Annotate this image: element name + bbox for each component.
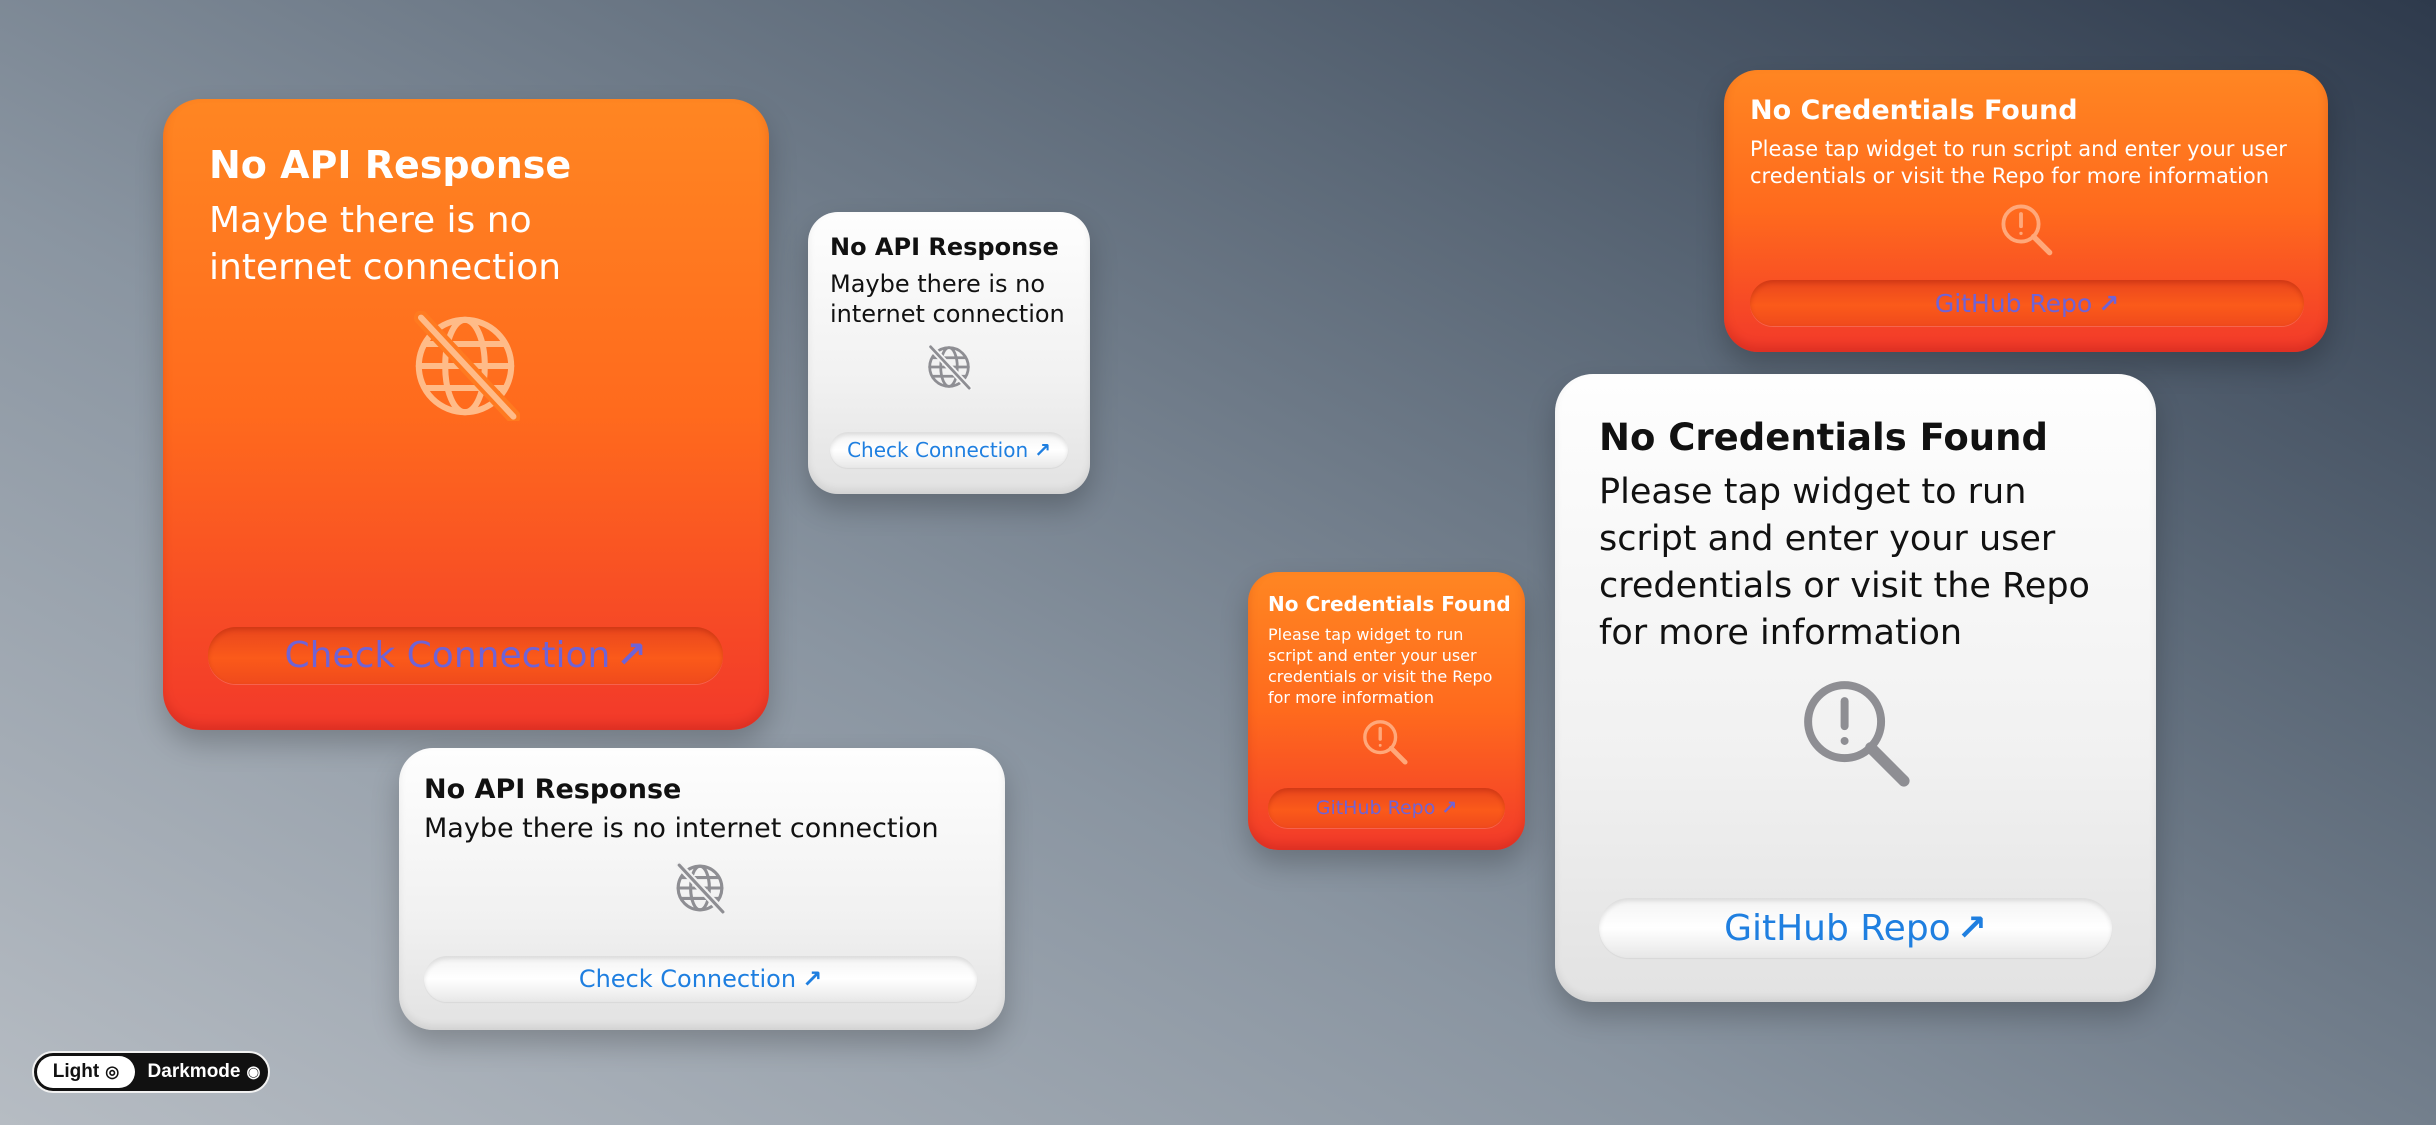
button-label: Check Connection — [578, 965, 797, 993]
no-credentials-widget-small-orange[interactable]: No Credentials Found Please tap widget t… — [1248, 572, 1525, 850]
globe-slash-icon — [675, 862, 726, 914]
button-label: Check Connection — [847, 438, 1029, 462]
no-api-widget-large-orange[interactable]: No API Response Maybe there is no intern… — [163, 99, 769, 730]
button-label: Check Connection — [284, 635, 611, 676]
widget-message: Maybe there is no internet connection — [424, 813, 939, 844]
check-connection-button[interactable]: Check Connection ↗ — [424, 956, 977, 1002]
button-label: GitHub Repo — [1724, 907, 1951, 949]
arrow-up-right-icon: ↗ — [802, 965, 823, 993]
light-mode-label: Light — [52, 1061, 100, 1082]
widget-message: Please tap widget to run script and ente… — [1750, 137, 2287, 188]
widget-message: Please tap widget to run script and ente… — [1268, 625, 1493, 707]
widget-title: No Credentials Found — [1750, 95, 2078, 126]
button-label: GitHub Repo — [1934, 288, 2093, 318]
radio-selected-icon: ◉ — [246, 1064, 261, 1081]
github-repo-button[interactable]: GitHub Repo ↗ — [1268, 788, 1505, 828]
check-connection-button[interactable]: Check Connection ↗ — [830, 432, 1068, 468]
globe-slash-icon — [413, 311, 520, 421]
theme-toggle[interactable]: Light ◎ Darkmode ◉ — [32, 1051, 270, 1093]
widget-title: No API Response — [209, 143, 572, 187]
arrow-up-right-icon: ↗ — [616, 635, 647, 676]
arrow-up-right-icon: ↗ — [1441, 797, 1458, 819]
github-repo-button[interactable]: GitHub Repo ↗ — [1599, 898, 2112, 958]
arrow-up-right-icon: ↗ — [1956, 907, 1987, 949]
arrow-up-right-icon: ↗ — [1034, 438, 1051, 462]
widget-message-line-2: internet connection — [830, 300, 1065, 328]
widget-title: No API Response — [830, 233, 1059, 261]
widget-title: No API Response — [424, 774, 682, 805]
arrow-up-right-icon: ↗ — [2098, 288, 2120, 318]
no-api-widget-medium-light[interactable]: No API Response Maybe there is no intern… — [399, 748, 1005, 1030]
widget-title: No Credentials Found — [1268, 592, 1511, 616]
exclamation-magnifier-icon — [1363, 720, 1408, 765]
dark-mode-option[interactable]: Darkmode ◉ — [144, 1056, 264, 1088]
widget-title: No Credentials Found — [1599, 416, 2048, 459]
exclamation-magnifier-icon — [1804, 681, 1910, 787]
github-repo-button[interactable]: GitHub Repo ↗ — [1750, 280, 2304, 326]
radio-unselected-icon: ◎ — [105, 1064, 120, 1081]
button-label: GitHub Repo — [1315, 797, 1436, 819]
light-mode-option[interactable]: Light ◎ — [37, 1056, 135, 1088]
exclamation-magnifier-icon — [2001, 204, 2053, 256]
no-credentials-widget-medium-orange[interactable]: No Credentials Found Please tap widget t… — [1724, 70, 2328, 352]
check-connection-button[interactable]: Check Connection ↗ — [208, 627, 723, 684]
no-api-widget-small-light[interactable]: No API Response Maybe there is no intern… — [808, 212, 1090, 494]
no-credentials-widget-large-light[interactable]: No Credentials Found Please tap widget t… — [1555, 374, 2156, 1002]
widget-message: Please tap widget to run script and ente… — [1599, 472, 2090, 653]
widget-message-line-1: Maybe there is no — [830, 270, 1046, 298]
dark-mode-label: Darkmode — [147, 1061, 241, 1082]
widget-message: Maybe there is no internet connection — [209, 200, 562, 288]
globe-slash-icon — [927, 344, 972, 390]
